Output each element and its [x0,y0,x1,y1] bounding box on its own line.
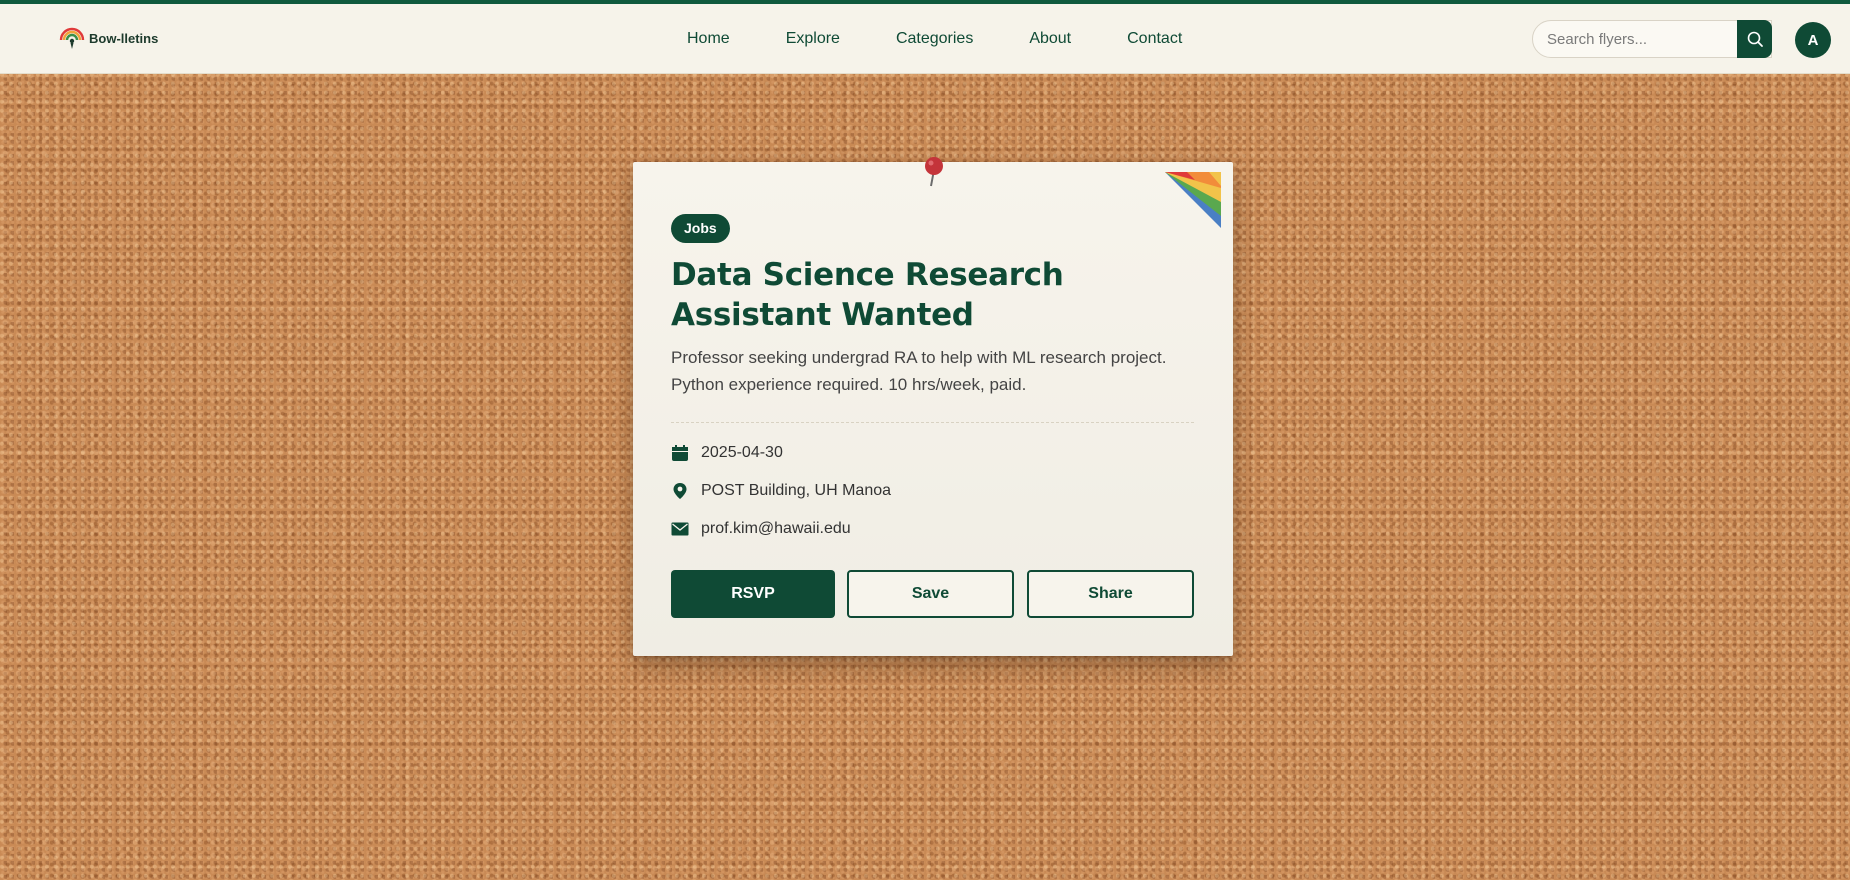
save-button[interactable]: Save [847,570,1014,618]
flyer-description: Professor seeking undergrad RA to help w… [671,348,1167,394]
flyer-date: 2025-04-30 [701,444,783,461]
flyer-contact-row: prof.kim@hawaii.edu [671,520,851,538]
search-box [1532,20,1772,58]
rsvp-button[interactable]: RSVP [671,570,835,618]
push-pin-icon [925,157,943,187]
rainbow-corner-icon [1165,172,1221,228]
divider [671,422,1194,423]
envelope-icon [671,520,689,538]
map-pin-icon [671,482,689,500]
search-button[interactable] [1737,20,1772,58]
nav-categories[interactable]: Categories [896,30,973,48]
nav-about[interactable]: About [1029,30,1071,48]
flyer-contact[interactable]: prof.kim@hawaii.edu [701,520,851,538]
flyer-location-row: POST Building, UH Manoa [671,482,891,500]
category-badge[interactable]: Jobs [671,214,730,243]
nav-explore[interactable]: Explore [786,30,840,48]
share-button[interactable]: Share [1027,570,1194,618]
brand-logo[interactable]: Bow-lletins [58,24,158,52]
brand-name: Bow-lletins [89,30,159,46]
nav-home[interactable]: Home [687,30,730,48]
flyer-card: Jobs Data Science Research Assistant Wan… [633,157,1233,656]
site-header: Bow-lletins Home Explore Categories Abou… [0,4,1850,74]
user-avatar[interactable]: A [1795,22,1831,58]
search-input[interactable] [1547,30,1737,48]
flyer-title: Data Science Research Assistant Wanted [671,257,1064,333]
search-icon [1747,31,1763,47]
main-nav: Home Explore Categories About Contact [687,30,1238,48]
rainbow-logo-icon [59,27,85,49]
flyer-location: POST Building, UH Manoa [701,482,892,499]
flyer-date-row: 2025-04-30 [671,444,783,462]
calendar-icon [671,444,689,462]
nav-contact[interactable]: Contact [1127,30,1182,48]
